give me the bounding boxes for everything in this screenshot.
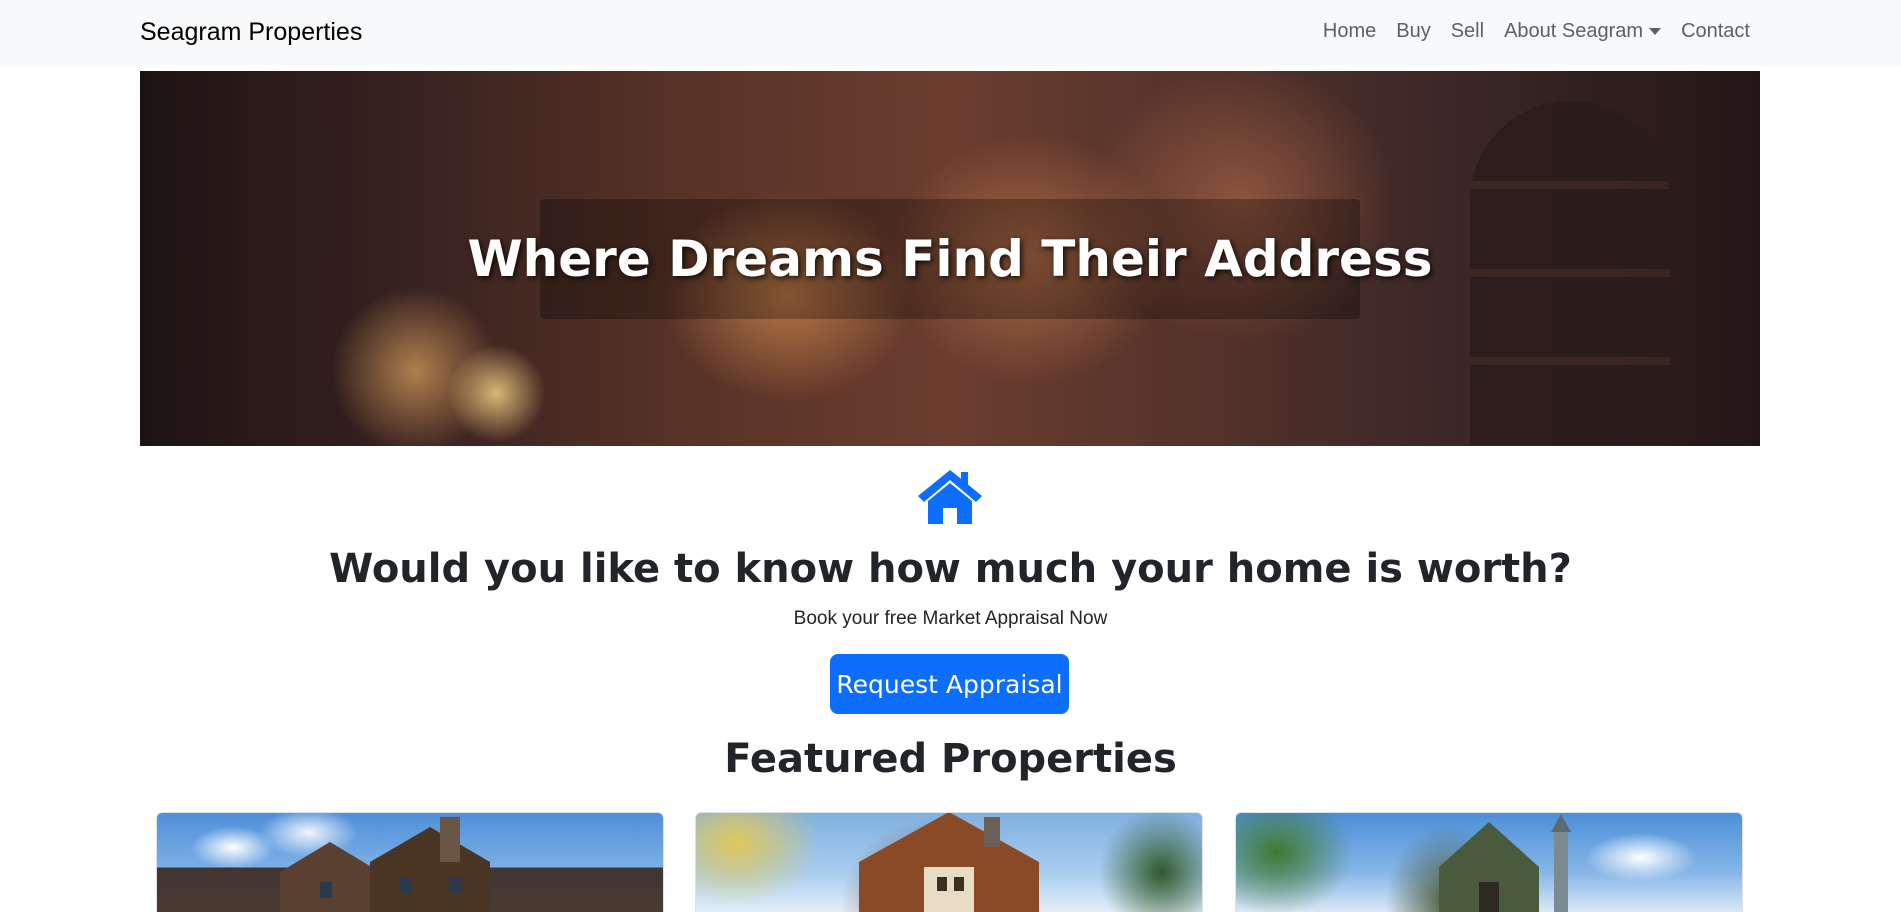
nav-dropdown-about[interactable]: About Seagram	[1494, 20, 1671, 43]
hero-title: Where Dreams Find Their Address	[467, 230, 1433, 288]
request-appraisal-button[interactable]: Request Appraisal	[830, 654, 1069, 714]
hero-background-image	[1470, 101, 1670, 446]
property-card[interactable]	[1235, 812, 1743, 912]
nav-link-contact[interactable]: Contact	[1671, 20, 1750, 43]
brand-link[interactable]: Seagram Properties	[140, 18, 362, 47]
property-house-graphic	[280, 817, 490, 912]
property-house-graphic	[1439, 814, 1571, 912]
caret-down-icon	[1649, 28, 1662, 35]
property-card[interactable]	[695, 812, 1203, 912]
nav-link-sell[interactable]: Sell	[1441, 20, 1494, 43]
featured-properties-heading: Featured Properties	[724, 736, 1177, 782]
hero-banner: Where Dreams Find Their Address	[140, 71, 1760, 446]
appraisal-heading: Would you like to know how much your hom…	[329, 546, 1572, 592]
nav-link-buy[interactable]: Buy	[1386, 20, 1440, 43]
appraisal-subtext: Book your free Market Appraisal Now	[793, 608, 1108, 629]
navbar: Seagram Properties Home Buy Sell About S…	[0, 0, 1901, 66]
property-card[interactable]	[156, 812, 664, 912]
home-icon	[918, 470, 982, 524]
property-house-graphic	[859, 813, 1039, 912]
nav-link-home[interactable]: Home	[1313, 20, 1386, 43]
hero-caption: Where Dreams Find Their Address	[468, 199, 1433, 319]
nav-links: Home Buy Sell About Seagram Contact	[1313, 20, 1750, 43]
nav-dropdown-about-label: About Seagram	[1504, 20, 1644, 42]
